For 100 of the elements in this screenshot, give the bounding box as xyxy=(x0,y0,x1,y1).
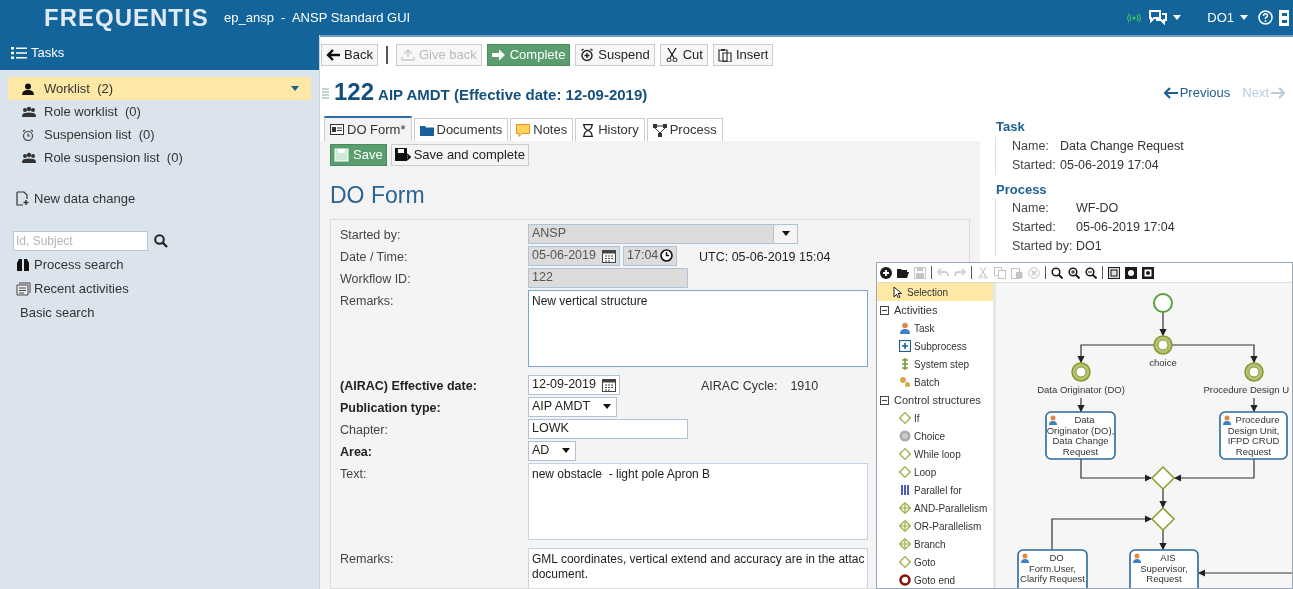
task-list-item[interactable]: Role worklist (0) xyxy=(8,100,311,123)
search-icon[interactable] xyxy=(1051,266,1063,279)
tab[interactable]: Notes xyxy=(510,118,574,141)
text-field[interactable]: LOWK xyxy=(528,418,688,439)
notes-icon xyxy=(516,123,531,137)
text-area[interactable]: New vertical structure xyxy=(528,289,868,367)
info-value: Data Change Request xyxy=(1060,137,1184,155)
start-event[interactable] xyxy=(1153,293,1173,313)
search-icon xyxy=(154,233,168,248)
info-label: Started by: xyxy=(1012,238,1074,256)
field-label: Remarks: xyxy=(340,292,395,310)
folder-icon[interactable] xyxy=(897,266,909,279)
palette-item[interactable]: Choice xyxy=(877,427,993,445)
dropdown[interactable]: AD xyxy=(528,440,577,461)
form-icon xyxy=(330,123,344,136)
zoom-in-icon[interactable] xyxy=(1068,266,1080,279)
caret-icon xyxy=(291,86,299,91)
form-title: DO Form xyxy=(330,181,426,210)
field-label: Text: xyxy=(340,465,368,483)
choice-node[interactable] xyxy=(1153,335,1173,355)
gateway-diamond[interactable] xyxy=(1150,465,1176,491)
info-value: 05-06-2019 17:04 xyxy=(1060,156,1159,174)
arrow-icon xyxy=(1163,87,1178,99)
task-number: 122 xyxy=(334,79,375,104)
task-list-item[interactable]: Role suspension list (0) xyxy=(8,146,311,169)
view-icon[interactable] xyxy=(1125,266,1137,279)
documents-icon xyxy=(419,123,434,137)
info-value: DO1 xyxy=(1076,238,1102,256)
palette-item[interactable]: Task xyxy=(877,319,993,337)
section-heading: Task xyxy=(996,118,1026,136)
scissors-icon xyxy=(664,47,679,62)
task-list-item[interactable]: Worklist (2) xyxy=(8,77,311,100)
cut-button[interactable]: Cut xyxy=(659,43,708,66)
floppy-disk-icon xyxy=(394,148,411,162)
palette-item[interactable]: Goto end xyxy=(877,571,993,588)
back-button[interactable]: Back xyxy=(321,43,378,66)
diamond-icon xyxy=(899,448,911,460)
suspend-button[interactable]: Suspend xyxy=(575,43,655,66)
palette-item[interactable]: Loop xyxy=(877,463,993,481)
insert-button[interactable]: Insert xyxy=(712,43,774,66)
pointer-icon xyxy=(892,286,904,298)
palette-item[interactable]: While loop xyxy=(877,445,993,463)
new-data-change-link[interactable]: New data change xyxy=(16,189,136,209)
sidebar-link[interactable]: Process search xyxy=(16,252,124,277)
palette-group[interactable]: Activities xyxy=(877,301,993,319)
chat-icon xyxy=(1149,10,1168,25)
text-area[interactable]: new obstacle - light pole Apron B xyxy=(528,462,868,540)
sidebar-link[interactable]: Recent activities xyxy=(16,276,129,301)
sidebar-title: Tasks xyxy=(31,43,65,62)
tab[interactable]: Documents xyxy=(413,118,509,141)
palette-group[interactable]: Control structures xyxy=(877,391,993,409)
node-label: Procedure Design U xyxy=(1203,384,1289,395)
frame-icon[interactable] xyxy=(1108,266,1120,279)
tab[interactable]: History xyxy=(575,118,645,141)
new-document-icon xyxy=(16,191,30,207)
tab[interactable]: Process xyxy=(646,118,723,141)
palette-item[interactable]: System step xyxy=(877,355,993,373)
save-complete-button[interactable]: Save and complete xyxy=(390,144,529,166)
role-node[interactable] xyxy=(1071,362,1091,382)
role-node[interactable] xyxy=(1244,362,1264,382)
task-node[interactable]: Data Originator (DO), Data Change Request xyxy=(1045,411,1116,460)
text-area[interactable]: GML coordinates, vertical extend and accuracy are in the attac document. xyxy=(528,547,868,588)
user-name[interactable]: DO1 xyxy=(1207,7,1234,28)
clipboard-icon xyxy=(717,47,732,62)
palette-item[interactable]: Batch xyxy=(877,373,993,391)
tab[interactable]: DO Form* xyxy=(324,116,412,141)
add-icon[interactable] xyxy=(880,266,892,279)
palette-item[interactable]: Parallel for xyxy=(877,481,993,499)
palette-item[interactable]: Subprocess xyxy=(877,337,993,355)
task-node[interactable]: AIS Supervisor, Request xyxy=(1129,549,1199,588)
palette-item[interactable]: Goto xyxy=(877,553,993,571)
signal-icon xyxy=(1127,12,1142,23)
caret-icon xyxy=(603,404,612,409)
task-list-item[interactable]: Suspension list (0) xyxy=(8,123,311,146)
clock-icon xyxy=(660,249,673,262)
task-title: AIP AMDT (Effective date: 12-09-2019) xyxy=(378,84,648,105)
caret-icon xyxy=(1240,15,1248,20)
arrow-left-icon xyxy=(326,47,340,62)
task-node[interactable]: DO Form.User, Clarify Request xyxy=(1017,549,1088,588)
dropdown[interactable]: AIP AMDT xyxy=(528,396,618,417)
palette-item[interactable]: Branch xyxy=(877,535,993,553)
gateway-diamond[interactable] xyxy=(1150,506,1176,532)
upload-icon xyxy=(400,47,415,62)
date-field[interactable]: 12-09-2019 xyxy=(528,374,620,395)
sidebar-link[interactable]: Basic search xyxy=(16,300,95,325)
zoom-out-icon[interactable] xyxy=(1085,266,1097,279)
circle-icon xyxy=(899,430,911,442)
palette-item[interactable]: Selection xyxy=(877,283,993,301)
papers-icon xyxy=(16,281,31,296)
drag-handle-icon xyxy=(322,87,330,100)
search-field[interactable]: Id, Subject xyxy=(13,230,148,251)
palette-item[interactable]: If xyxy=(877,409,993,427)
alarm-icon xyxy=(22,128,36,141)
field-label: (AIRAC) Effective date: xyxy=(340,377,478,395)
previous-link[interactable]: Previous xyxy=(1163,83,1231,103)
palette-item[interactable]: OR-Parallelism xyxy=(877,517,993,535)
caret-icon xyxy=(562,448,571,453)
task-node[interactable]: Procedure Design Unit, IFPD CRUD Request xyxy=(1219,411,1288,460)
view-icon[interactable] xyxy=(1142,266,1154,279)
palette-item[interactable]: AND-Parallelism xyxy=(877,499,993,517)
